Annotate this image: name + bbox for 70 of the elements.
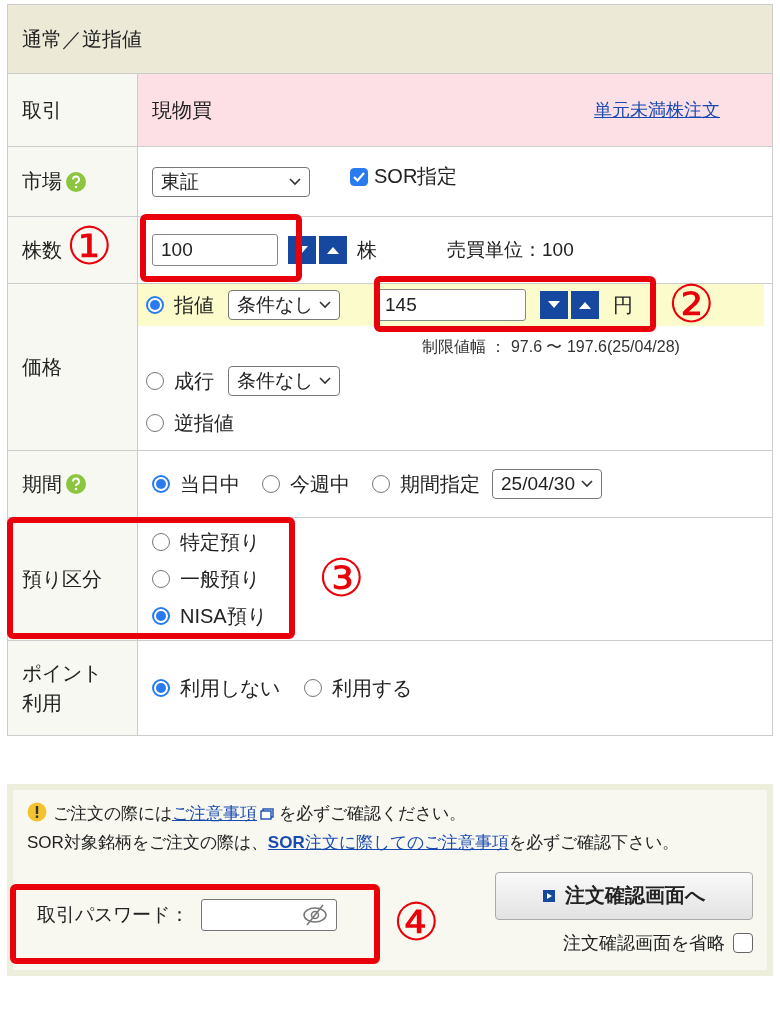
confirm-button[interactable]: 注文確認画面へ [495, 871, 753, 920]
caret-icon [319, 377, 331, 385]
step-number: ④ [393, 896, 440, 948]
checkbox-label: SOR指定 [374, 164, 458, 189]
radio-button[interactable] [146, 296, 164, 314]
unit-label: 株 [357, 237, 377, 263]
option-label: 指値 [174, 292, 214, 318]
price-limit-range: 制限値幅 ： 97.6 〜 197.6(25/04/28) [422, 337, 680, 357]
up-triangle-icon [579, 301, 591, 309]
option-label: NISA預り [180, 603, 267, 629]
increment-button[interactable] [319, 236, 347, 264]
caret-icon [289, 177, 301, 186]
radio-button[interactable] [152, 533, 170, 551]
radio-button[interactable] [146, 372, 164, 390]
down-triangle-icon [548, 301, 560, 309]
odd-lot-link[interactable]: 単元未満株注文 [594, 98, 720, 122]
option-label: 逆指値 [174, 410, 234, 436]
market-dropdown[interactable]: 東証 [152, 166, 310, 197]
play-icon [543, 889, 555, 902]
radio-button[interactable] [304, 679, 322, 697]
checkbox-label: 注文確認画面を省略 [563, 931, 725, 955]
row-label: 取引 [8, 73, 138, 146]
option-label: 一般預り [180, 566, 260, 592]
notice-link[interactable]: SOR注文に際してのご注意事項 [267, 832, 509, 852]
help-icon[interactable] [66, 474, 86, 494]
warning-icon [27, 802, 47, 822]
option-label: 利用しない [180, 675, 280, 701]
caret-icon [319, 301, 331, 309]
radio-button[interactable] [146, 414, 164, 432]
step-number: ③ [318, 552, 365, 604]
password-label: 取引パスワード： [37, 902, 189, 927]
option-label: 成行 [174, 368, 214, 394]
option-label: 利用する [332, 675, 412, 701]
radio-button[interactable] [152, 607, 170, 625]
dropdown[interactable]: 条件なし [228, 366, 340, 396]
increment-button[interactable] [571, 291, 599, 319]
row-label: ポイント利用 [22, 661, 103, 716]
row-label: 市場 [22, 169, 62, 194]
option-label: 当日中 [180, 471, 240, 497]
trading-unit: 売買単位：100 [447, 238, 574, 262]
option-label: 特定預り [180, 529, 260, 555]
step-number: ① [66, 220, 113, 272]
step-number: ② [668, 278, 715, 330]
row-label: 価格 [8, 283, 138, 450]
option-label: 今週中 [290, 471, 350, 497]
help-icon[interactable] [66, 171, 86, 192]
notice-link[interactable]: ご注意事項 [172, 804, 257, 823]
radio-button[interactable] [372, 475, 390, 493]
option-label: 期間指定 [400, 471, 480, 497]
radio-button[interactable] [152, 570, 170, 588]
row-label: 期間 [22, 471, 62, 497]
eye-slash-icon[interactable] [302, 904, 328, 927]
checkbox[interactable] [350, 167, 368, 186]
external-link-icon [260, 808, 274, 820]
caret-icon [580, 480, 593, 488]
up-triangle-icon [327, 246, 339, 254]
checkbox[interactable] [733, 933, 753, 954]
decrement-button[interactable] [540, 291, 568, 319]
section-header: 通常／逆指値 [8, 5, 772, 73]
radio-button[interactable] [152, 475, 170, 493]
notice-text: SOR対象銘柄をご注文の際は、SOR注文に際してのご注意事項を必ずご確認下さい。 [27, 831, 680, 854]
quantity-field[interactable]: 100 [152, 234, 278, 266]
dropdown[interactable]: 条件なし [228, 290, 340, 320]
notice-text: ご注文の際にはご注意事項 を必ずご確認ください。 [27, 800, 753, 829]
dropdown[interactable]: 25/04/30 [492, 469, 602, 499]
radio-button[interactable] [262, 475, 280, 493]
unit-label: 円 [613, 292, 633, 318]
password-field[interactable] [201, 899, 337, 932]
radio-button[interactable] [152, 679, 170, 697]
trade-type: 現物買 [152, 97, 212, 123]
